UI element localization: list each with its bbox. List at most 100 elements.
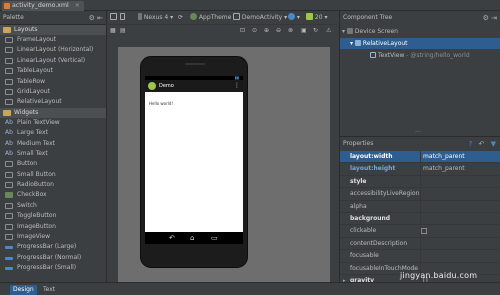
tree-item-relative-layout[interactable]: ▾ RelativeLayout [340, 38, 500, 49]
property-value[interactable]: match_parent [420, 151, 500, 163]
palette-item-label: Medium Text [17, 139, 56, 147]
tree-item-textview[interactable]: TextView - @string/hello_world [370, 50, 500, 61]
recents-icon[interactable]: ▭ [211, 233, 218, 243]
property-value[interactable] [420, 237, 500, 250]
property-row[interactable]: style [340, 175, 500, 189]
palette-item[interactable]: LinearLayout (Horizontal) [0, 45, 106, 55]
overflow-menu-icon[interactable]: ⋮ [234, 80, 240, 92]
property-row[interactable]: alpha [340, 200, 500, 213]
palette-group-layouts[interactable]: Layouts [0, 25, 106, 35]
palette-item[interactable]: CheckBox [0, 190, 106, 200]
palette-item[interactable]: ProgressBar (Normal) [0, 253, 106, 263]
close-tab-icon[interactable]: × [75, 2, 80, 9]
activity-selector[interactable]: DemoActivity ▾ [233, 13, 287, 23]
palette-group-widgets[interactable]: Widgets [0, 107, 106, 118]
api-selector[interactable]: 20 ▾ [306, 13, 327, 23]
help-icon[interactable]: ? [469, 140, 473, 148]
relative-layout-preview[interactable]: Hello world! [145, 92, 243, 232]
refresh-icon[interactable]: ↻ [313, 26, 318, 36]
property-value[interactable] [420, 250, 500, 263]
theme-selector[interactable]: AppTheme [190, 13, 231, 23]
rotate-icon[interactable]: ⟳ [178, 13, 183, 23]
palette-item-label: TableLayout [17, 67, 53, 75]
design-mode-icon[interactable]: ▦ [110, 26, 116, 36]
palette-item[interactable]: ToggleButton [0, 211, 106, 221]
property-value[interactable]: match_parent [420, 163, 500, 176]
palette-item-label: Small Text [17, 149, 48, 157]
palette-item[interactable]: Small Button [0, 170, 106, 180]
palette-item[interactable]: FrameLayout [0, 35, 106, 45]
palette-item-label: Small Button [17, 170, 56, 178]
property-row[interactable]: contentDescription [340, 237, 500, 251]
palette-item[interactable]: ImageView [0, 232, 106, 242]
palette-item[interactable]: Ab Medium Text [0, 139, 106, 149]
zoom-reset-icon[interactable]: ⊗ [288, 26, 293, 36]
widget-icon [5, 182, 13, 189]
home-icon[interactable]: ⌂ [190, 233, 194, 243]
palette-item[interactable]: LinearLayout (Vertical) [0, 56, 106, 66]
property-value[interactable] [420, 200, 500, 213]
phone-action-bar[interactable]: Demo ⋮ [145, 80, 243, 92]
palette-item[interactable]: ImageButton [0, 222, 106, 232]
palette-item-label: ImageButton [17, 222, 56, 230]
palette-item[interactable]: ProgressBar (Large) [0, 242, 106, 252]
zoom-actual-icon[interactable]: ⊙ [252, 26, 257, 36]
palette-settings-icon[interactable]: ⚙ ⇤ [89, 11, 103, 25]
property-row[interactable]: layout:height match_parent [340, 163, 500, 176]
palette-item[interactable]: RelativeLayout [0, 97, 106, 107]
property-value[interactable] [420, 188, 500, 201]
tab-text[interactable]: Text [40, 285, 58, 295]
widget-icon [5, 47, 13, 54]
property-row[interactable]: accessibilityLiveRegion [340, 188, 500, 201]
palette-item[interactable]: ProgressBar (Small) [0, 263, 106, 273]
component-tree-settings-icon[interactable]: ⚙ ⇥ [483, 11, 497, 25]
property-row[interactable]: clickable [340, 225, 500, 238]
palette-item[interactable]: GridLayout [0, 87, 106, 97]
property-value[interactable] [420, 225, 500, 238]
property-name: clickable [350, 227, 377, 235]
splitter-handle[interactable]: ... [415, 127, 421, 134]
undo-icon[interactable]: ↶ [479, 140, 485, 148]
zoom-out-icon[interactable]: ⊖ [276, 26, 281, 36]
property-value[interactable] [420, 175, 500, 188]
palette-item-label: LinearLayout (Horizontal) [17, 46, 94, 54]
property-value[interactable] [420, 213, 500, 225]
palette-item-label: TableRow [17, 77, 45, 85]
palette-item[interactable]: Ab Plain TextView [0, 118, 106, 128]
zoom-toolbar: ▦ ▤ ⊡ ⊙ ⊕ ⊖ ⊗ ▣ ↻ ⚠ [108, 25, 338, 37]
property-name: layout:width [350, 153, 393, 160]
tree-item-device-screen[interactable]: ▾ Device Screen [342, 26, 500, 37]
back-icon[interactable]: ↶ [169, 233, 175, 243]
widget-icon [5, 223, 13, 230]
zoom-fit-icon[interactable]: ⊡ [240, 26, 245, 36]
locale-icon[interactable]: ▾ [288, 13, 300, 23]
palette-item[interactable]: Ab Small Text [0, 149, 106, 159]
warning-icon[interactable]: ⚠ [326, 26, 331, 36]
palette-item-label: Button [17, 160, 38, 168]
tab-design[interactable]: Design [10, 285, 37, 295]
palette-item[interactable]: RadioButton [0, 180, 106, 190]
orientation-icon[interactable] [120, 13, 125, 23]
widget-icon [5, 161, 13, 168]
widget-icon: Ab [5, 149, 13, 157]
watermark: jingyan.baidu.com [400, 271, 478, 280]
file-tab-activity-demo[interactable]: activity_demo.xml × [2, 1, 84, 11]
properties-header: Properties ? ↶ ▼ [340, 137, 500, 151]
palette-item[interactable]: Switch [0, 201, 106, 211]
screenshot-icon[interactable]: ▣ [301, 26, 307, 36]
palette-item[interactable]: TableLayout [0, 66, 106, 76]
property-row[interactable]: focusable [340, 250, 500, 263]
palette-item[interactable]: TableRow [0, 77, 106, 87]
blueprint-icon[interactable]: ▤ [120, 26, 126, 36]
palette-item[interactable]: Button [0, 159, 106, 169]
device-frame-icon[interactable] [110, 13, 117, 23]
clickable-checkbox[interactable] [421, 228, 427, 235]
palette-item[interactable]: Ab Large Text [0, 128, 106, 138]
property-row[interactable]: background [340, 213, 500, 226]
hello-textview[interactable]: Hello world! [149, 101, 173, 106]
device-selector[interactable]: Nexus 4 ▾ [138, 13, 173, 23]
filter-icon[interactable]: ▼ [491, 140, 496, 148]
zoom-in-icon[interactable]: ⊕ [264, 26, 269, 36]
property-row[interactable]: layout:width match_parent [340, 151, 500, 164]
tree-value: - @string/hello_world [406, 52, 470, 59]
